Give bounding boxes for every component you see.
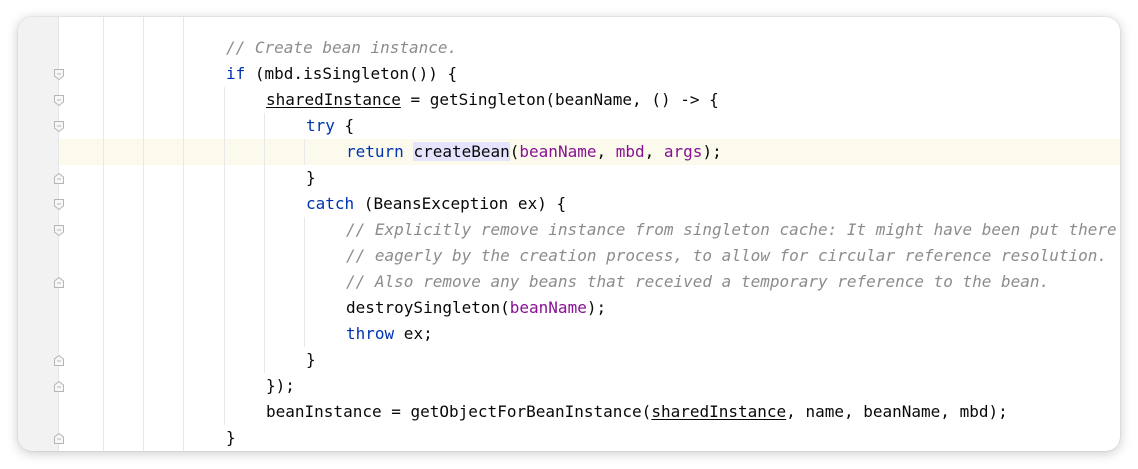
code-text: beanInstance = getObjectForBeanInstance( [266,402,652,421]
editor-window: // Create bean instance. if (mbd.isSingl… [18,17,1120,451]
code-text: ); [586,298,607,317]
code-text: (BeansException ex) { [354,194,567,213]
code-comment: // Create bean instance. [226,38,458,57]
variable-shared-instance[interactable]: sharedInstance [651,402,786,421]
code-text: (mbd.isSingleton()) { [245,64,458,83]
variable-shared-instance[interactable]: sharedInstance [266,90,401,109]
code-text: = getSingleton(beanName, () -> { [400,90,719,109]
code-line-3[interactable]: sharedInstance = getSingleton(beanName, … [266,87,719,113]
code-text: }); [266,376,295,395]
code-line-5[interactable]: return createBean(beanName, mbd, args); [346,139,722,165]
parameter[interactable]: args [664,142,703,161]
code-comment: // Also remove any beans that received a… [346,272,1050,291]
keyword: try [306,116,335,135]
code-text: , name, beanName, mbd); [786,402,1008,421]
code-text: destroySingleton( [346,298,510,317]
keyword: catch [306,194,355,213]
keyword: throw [346,324,395,343]
code-line-4[interactable]: try { [306,113,354,139]
code-text: , [596,142,616,161]
code-text: } [306,350,316,369]
code-text: , [644,142,664,161]
code-line-8[interactable]: // Explicitly remove instance from singl… [346,217,1117,243]
code-line-7[interactable]: catch (BeansException ex) { [306,191,566,217]
code-line-12[interactable]: throw ex; [346,321,433,347]
keyword: return [346,142,404,161]
code-line-13[interactable]: } [306,347,316,373]
code-text: } [226,428,236,447]
code-text: } [306,168,316,187]
code-line-9[interactable]: // eagerly by the creation process, to a… [346,243,1107,269]
parameter[interactable]: mbd [616,142,645,161]
code-line-14[interactable]: }); [266,373,295,399]
code-text: ( [509,142,520,161]
parameter[interactable]: beanName [510,298,587,317]
code-line-1[interactable]: // Create bean instance. [226,35,457,61]
code-line-15[interactable]: beanInstance = getObjectForBeanInstance(… [266,399,1008,425]
keyword: if [226,64,246,83]
code-text: { [334,116,355,135]
code-text: ex; [394,324,433,343]
code-line-16[interactable]: } [226,425,236,451]
code-comment: // Explicitly remove instance from singl… [346,220,1117,239]
code-line-11[interactable]: destroySingleton(beanName); [346,295,606,321]
method-create-bean[interactable]: createBean [413,142,510,161]
code-editor[interactable]: // Create bean instance. if (mbd.isSingl… [18,17,1120,451]
parameter[interactable]: beanName [519,142,596,161]
code-line-6[interactable]: } [306,165,316,191]
code-line-10[interactable]: // Also remove any beans that received a… [346,269,1049,295]
code-text: ); [702,142,722,161]
code-line-2[interactable]: if (mbd.isSingleton()) { [226,61,457,87]
code-comment: // eagerly by the creation process, to a… [346,246,1107,265]
